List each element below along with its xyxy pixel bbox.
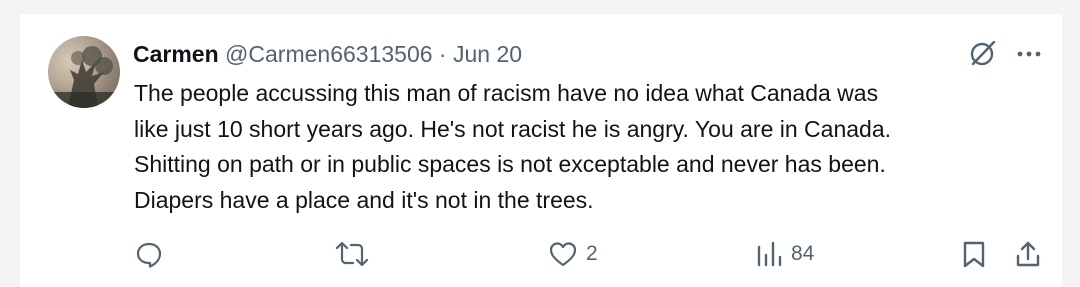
- like-count: 2: [586, 242, 598, 265]
- views-count: 84: [791, 242, 815, 265]
- tweet-date[interactable]: Jun 20: [453, 41, 522, 67]
- heart-icon: [549, 242, 577, 267]
- tweet-card[interactable]: Carmen @Carmen66313506 · Jun 20 The peop…: [20, 14, 1062, 287]
- share-button[interactable]: [1014, 234, 1042, 274]
- tweet-header: Carmen @Carmen66313506 · Jun 20: [133, 39, 522, 69]
- avatar[interactable]: [48, 36, 120, 108]
- tweet-text-line: The people accussing this man of racism …: [134, 80, 879, 106]
- author-handle[interactable]: @Carmen66313506: [225, 41, 432, 67]
- repost-button[interactable]: [335, 234, 377, 274]
- tweet-actions: 2 84: [20, 234, 1062, 274]
- separator-dot: ·: [438, 41, 447, 67]
- bookmark-icon: [963, 241, 985, 268]
- repost-icon: [335, 241, 369, 267]
- tweet-text: The people accussing this man of racism …: [134, 76, 1034, 218]
- top-divider: [0, 0, 1080, 14]
- reply-icon: [136, 242, 162, 268]
- grok-icon[interactable]: [968, 38, 998, 68]
- tweet-text-line: like just 10 short years ago. He's not r…: [134, 115, 892, 142]
- reply-button[interactable]: [134, 234, 172, 274]
- share-icon: [1016, 241, 1040, 267]
- author-name[interactable]: Carmen: [133, 41, 219, 67]
- tweet-text-line: Shitting on path or in public spaces is …: [134, 151, 886, 177]
- tweet-text-line: Diapers have a place and it's not in the…: [134, 186, 594, 213]
- views-button[interactable]: 84: [755, 234, 814, 274]
- more-icon[interactable]: [1014, 40, 1044, 68]
- views-icon: [757, 241, 782, 267]
- bookmark-button[interactable]: [961, 234, 987, 274]
- like-button[interactable]: 2: [548, 234, 598, 274]
